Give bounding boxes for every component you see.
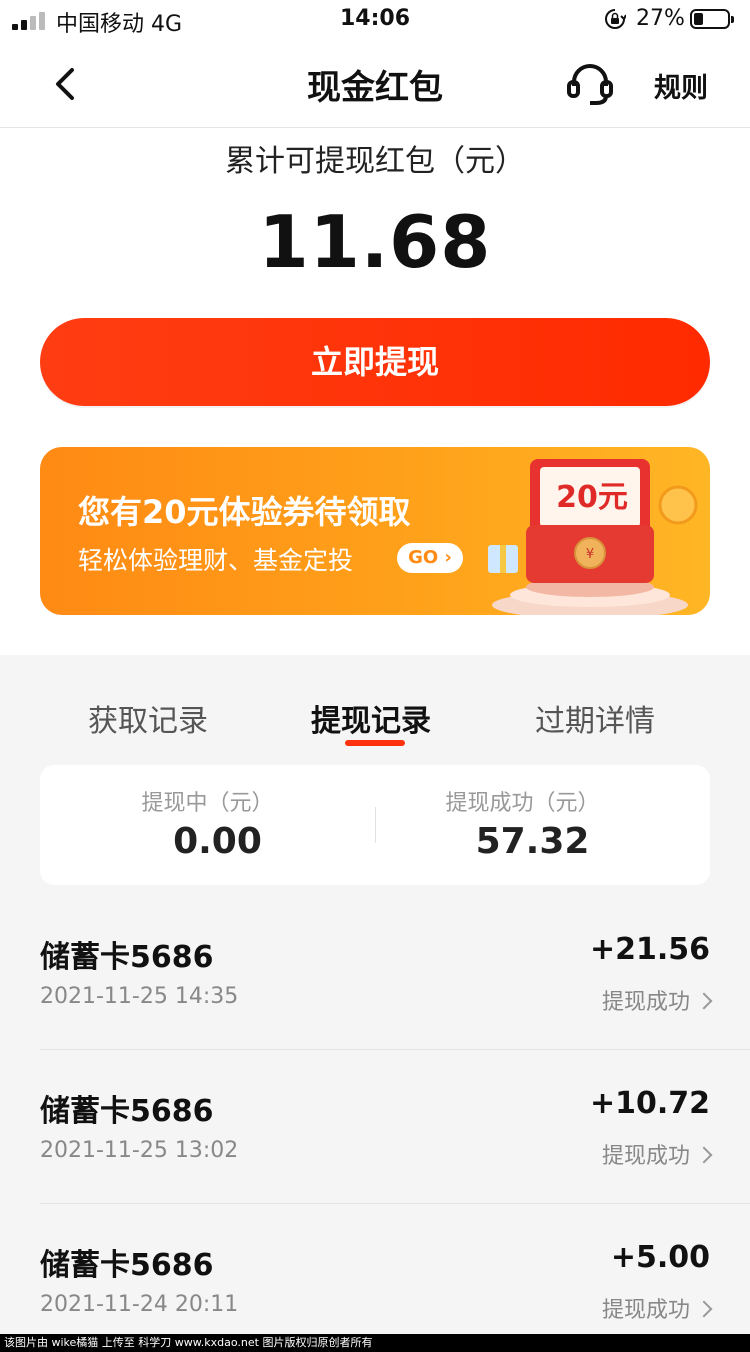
record-status-link[interactable]: 提现成功	[601, 1292, 713, 1324]
record-amount: +21.56	[589, 932, 710, 967]
record-card-name: 储蓄卡5686	[40, 940, 214, 975]
status-bar: 中国移动 4G 14:06 27%	[0, 0, 750, 40]
rotation-lock-icon	[605, 9, 626, 29]
record-status: 提现成功	[601, 1298, 690, 1323]
record-time: 2021-11-24 20:11	[40, 1292, 239, 1317]
pending-label: 提现中（元）	[141, 791, 274, 816]
record-time: 2021-11-25 13:02	[40, 1138, 239, 1163]
tab-withdraw-records[interactable]: 提现记录	[311, 696, 431, 740]
record-divider	[40, 1203, 750, 1204]
banner-go-button[interactable]: GO ›	[397, 543, 463, 573]
record-amount: +10.72	[589, 1086, 710, 1121]
record-status: 提现成功	[601, 1144, 690, 1169]
headset-icon[interactable]	[566, 62, 614, 106]
withdraw-now-button[interactable]: 立即提现	[40, 318, 710, 406]
rules-link[interactable]: 规则	[654, 66, 708, 105]
success-label: 提现成功（元）	[445, 791, 600, 816]
watermark-bar: 该图片由 wike橘猫 上传至 科学刀 www.kxdao.net 图片版权归原…	[0, 1334, 750, 1352]
banner-title: 您有20元体验券待领取	[78, 493, 411, 531]
record-amount: +5.00	[610, 1240, 710, 1275]
success-value: 57.32	[475, 821, 590, 862]
record-divider	[40, 1049, 750, 1050]
withdraw-stats-card: 提现中（元） 0.00 提现成功（元） 57.32	[40, 765, 710, 885]
withdrawable-label: 累计可提现红包（元）	[225, 144, 525, 179]
withdrawable-amount: 11.68	[258, 200, 492, 284]
pending-value: 0.00	[173, 821, 262, 862]
go-label: GO	[408, 547, 439, 568]
battery-icon	[690, 9, 734, 29]
voucher-amount-label: 20元	[556, 480, 628, 515]
active-tab-indicator	[345, 740, 405, 746]
chevron-right-icon: ›	[444, 547, 452, 568]
record-card-name: 储蓄卡5686	[40, 1248, 214, 1283]
nav-bar: 现金红包 规则	[0, 40, 750, 128]
page-title: 现金红包	[307, 68, 443, 108]
svg-text:¥: ¥	[586, 547, 594, 562]
battery-percent: 27%	[636, 6, 685, 31]
record-status: 提现成功	[601, 990, 690, 1015]
record-card-name: 储蓄卡5686	[40, 1094, 214, 1129]
chevron-right-icon	[695, 1146, 713, 1164]
voucher-banner[interactable]: 您有20元体验券待领取 轻松体验理财、基金定投 GO › ¥ 20元	[40, 447, 710, 615]
chevron-right-icon	[695, 1300, 713, 1318]
record-status-link[interactable]: 提现成功	[601, 1138, 713, 1170]
tab-earned-records[interactable]: 获取记录	[88, 696, 208, 740]
tab-expired-details[interactable]: 过期详情	[535, 696, 655, 740]
record-status-link[interactable]: 提现成功	[601, 984, 713, 1016]
chevron-right-icon	[695, 992, 713, 1010]
record-time: 2021-11-25 14:35	[40, 984, 239, 1009]
red-envelope-illustration: ¥ 20元	[488, 459, 698, 615]
banner-subtitle: 轻松体验理财、基金定投	[78, 546, 354, 575]
